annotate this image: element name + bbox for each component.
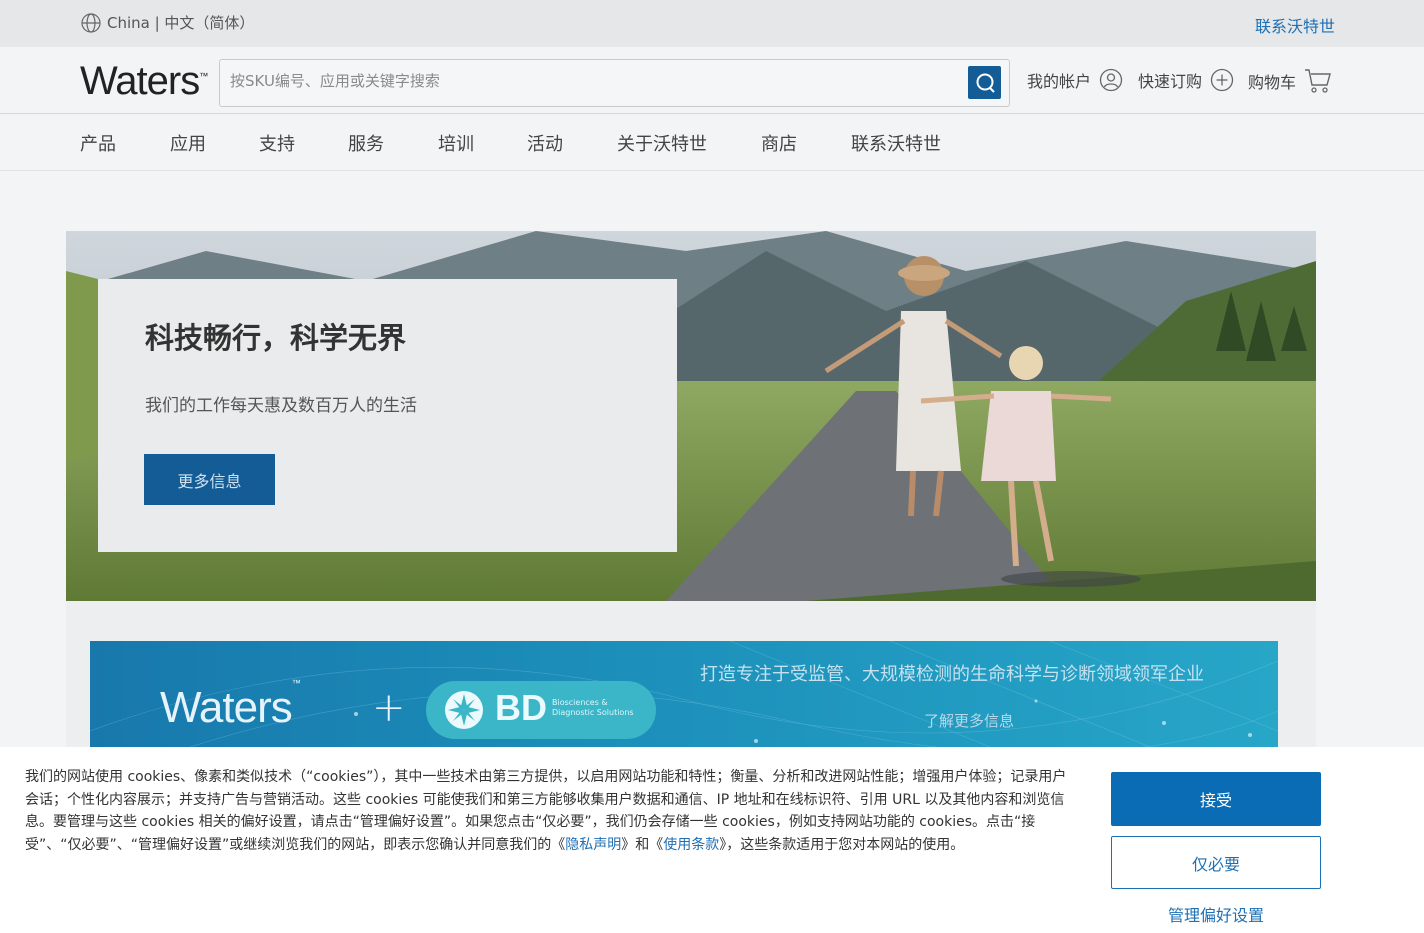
search-input[interactable] — [230, 72, 960, 90]
utility-bar: China | 中文（简体） 联系沃特世 — [0, 0, 1424, 47]
hero-banner: 科技畅行，科学无界 我们的工作每天惠及数百万人的生活 更多信息 — [66, 231, 1316, 601]
nav-item-training[interactable]: 培训 — [438, 130, 474, 156]
cookie-text-joiner: 》和《 — [621, 837, 664, 854]
bd-starburst-icon — [445, 691, 483, 729]
main-nav: 产品 应用 支持 服务 培训 活动 关于沃特世 商店 联系沃特世 — [0, 115, 1424, 171]
region-label: China | 中文（简体） — [107, 14, 255, 32]
region-selector[interactable]: China | 中文（简体） — [81, 12, 254, 33]
privacy-link[interactable]: 隐私声明 — [565, 837, 621, 853]
contact-link-top[interactable]: 联系沃特世 — [1255, 13, 1335, 37]
cart-label: 购物车 — [1248, 73, 1297, 92]
globe-icon — [81, 12, 101, 33]
hero-title: 科技畅行，科学无界 — [145, 321, 407, 355]
waters-logo[interactable]: Waters™ — [80, 59, 208, 104]
quick-order-link[interactable]: 快速订购 — [1138, 68, 1234, 92]
search-icon — [976, 73, 995, 93]
cookie-text-end: 》，这些条款适用于您对本网站的使用。 — [719, 837, 965, 854]
nav-item-about[interactable]: 关于沃特世 — [617, 130, 707, 156]
nav-item-applications[interactable]: 应用 — [170, 130, 206, 156]
hero-subtitle: 我们的工作每天惠及数百万人的生活 — [145, 396, 417, 416]
logo-text: Waters — [80, 59, 200, 103]
nav-item-contact[interactable]: 联系沃特世 — [851, 130, 941, 156]
nav-item-store[interactable]: 商店 — [761, 130, 797, 156]
user-icon — [1099, 68, 1123, 92]
nav-item-products[interactable]: 产品 — [80, 130, 116, 156]
accept-button[interactable]: 接受 — [1111, 772, 1321, 826]
promo-waters-logo: Waters™ — [160, 678, 301, 733]
nav-item-events[interactable]: 活动 — [527, 130, 563, 156]
bd-logo: BD Biosciences & Diagnostic Solutions — [426, 681, 656, 739]
bd-text: BD — [495, 687, 547, 728]
account-label: 我的帐户 — [1027, 72, 1092, 91]
promo-learn-more-link[interactable]: 了解更多信息 — [924, 710, 1014, 731]
promo-title: 打造专注于受监管、大规模检测的生命科学与诊断领域领军企业 — [700, 664, 1204, 685]
bd-subtitle: Biosciences & Diagnostic Solutions — [552, 698, 634, 717]
main-header: Waters™ 我的帐户 快速订购 购物车 — [0, 47, 1424, 114]
account-link[interactable]: 我的帐户 — [1027, 68, 1123, 92]
cart-icon — [1305, 69, 1331, 93]
hero-card: 科技畅行，科学无界 我们的工作每天惠及数百万人的生活 更多信息 — [98, 279, 677, 552]
cookie-text: 我们的网站使用 cookies、像素和类似技术（“cookies”），其中一些技… — [25, 766, 1075, 857]
cart-link[interactable]: 购物车 — [1248, 68, 1332, 94]
promo-banner[interactable]: Waters™ + BD Biosciences & Diagnostic So… — [90, 641, 1278, 747]
promo-plus: + — [372, 685, 406, 731]
nav-item-services[interactable]: 服务 — [348, 130, 384, 156]
search-box — [219, 59, 1010, 107]
more-info-button[interactable]: 更多信息 — [144, 454, 275, 505]
terms-link[interactable]: 使用条款 — [663, 837, 719, 853]
plus-circle-icon — [1210, 68, 1234, 92]
search-button[interactable] — [968, 66, 1001, 99]
necessary-only-button[interactable]: 仅必要 — [1111, 836, 1321, 889]
logo-tm: ™ — [199, 71, 209, 81]
promo-waters-text: Waters — [160, 683, 293, 732]
nav-item-support[interactable]: 支持 — [259, 130, 295, 156]
cookie-banner: 我们的网站使用 cookies、像素和类似技术（“cookies”），其中一些技… — [0, 747, 1424, 933]
promo-waters-tm: ™ — [291, 678, 301, 689]
manage-preferences-link[interactable]: 管理偏好设置 — [1111, 902, 1321, 926]
quick-order-label: 快速订购 — [1138, 72, 1203, 91]
